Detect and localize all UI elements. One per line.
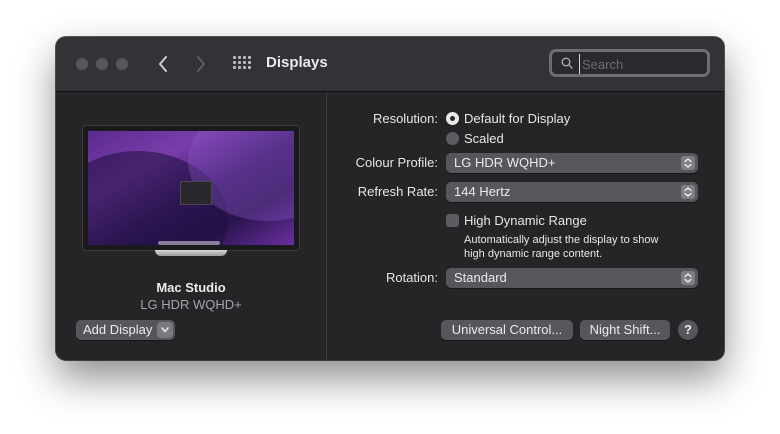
hdr-help-line1: Automatically adjust the display to show [464, 234, 659, 246]
monitor-stand [155, 250, 227, 256]
colour-profile-select[interactable]: LG HDR WQHD+ [446, 153, 698, 173]
title-bar: Displays [56, 37, 724, 92]
rotation-label: Rotation: [385, 270, 438, 285]
zoom-button[interactable] [116, 58, 128, 70]
help-button[interactable]: ? [678, 320, 698, 340]
refresh-rate-label: Refresh Rate: [357, 184, 438, 199]
monitor-bezel [83, 126, 299, 250]
radio-default-for-display[interactable] [446, 112, 459, 125]
chevron-down-icon [157, 322, 174, 338]
hdr-help-line2: high dynamic range content. [464, 248, 603, 260]
colour-profile-value: LG HDR WQHD+ [454, 155, 556, 170]
show-all-grid-icon[interactable] [233, 56, 251, 71]
up-down-chevron-icon [681, 271, 695, 285]
add-display-button[interactable]: Add Display [76, 320, 176, 340]
window-title: Displays [266, 54, 328, 71]
display-sidebar: Mac Studio LG HDR WQHD+ Add Display [56, 92, 327, 360]
add-display-label: Add Display [83, 322, 153, 337]
device-name: Mac Studio [156, 280, 226, 295]
back-button[interactable] [153, 52, 173, 76]
dock-preview [158, 241, 220, 245]
hdr-checkbox[interactable] [446, 214, 459, 227]
radio-default-label: Default for Display [464, 111, 571, 126]
night-shift-button[interactable]: Night Shift... [580, 320, 670, 340]
desktop-wallpaper [88, 131, 294, 245]
close-button[interactable] [76, 58, 88, 70]
wallpaper-window-preview [180, 181, 212, 205]
display-thumbnail[interactable] [83, 126, 299, 256]
up-down-chevron-icon [681, 185, 695, 199]
hdr-label: High Dynamic Range [464, 213, 587, 228]
search-field[interactable] [549, 49, 710, 77]
chevron-left-icon [159, 56, 167, 72]
minimize-button[interactable] [96, 58, 108, 70]
radio-scaled[interactable] [446, 132, 459, 145]
search-input[interactable] [579, 54, 704, 74]
universal-control-button[interactable]: Universal Control... [441, 320, 573, 340]
displays-window: Displays Mac Studio LG HDR WQHD+ [56, 37, 724, 360]
search-icon [561, 57, 573, 69]
forward-button[interactable] [191, 52, 211, 76]
rotation-value: Standard [454, 270, 507, 285]
rotation-select[interactable]: Standard [446, 268, 698, 288]
up-down-chevron-icon [681, 156, 695, 170]
colour-profile-label: Colour Profile: [355, 155, 438, 170]
refresh-rate-value: 144 Hertz [454, 184, 511, 199]
refresh-rate-select[interactable]: 144 Hertz [446, 182, 698, 202]
device-model: LG HDR WQHD+ [140, 297, 242, 312]
radio-scaled-label: Scaled [464, 131, 504, 146]
chevron-right-icon [197, 56, 205, 72]
display-settings: Resolution: Default for Display Scaled C… [327, 92, 724, 360]
resolution-label: Resolution: [372, 111, 438, 126]
